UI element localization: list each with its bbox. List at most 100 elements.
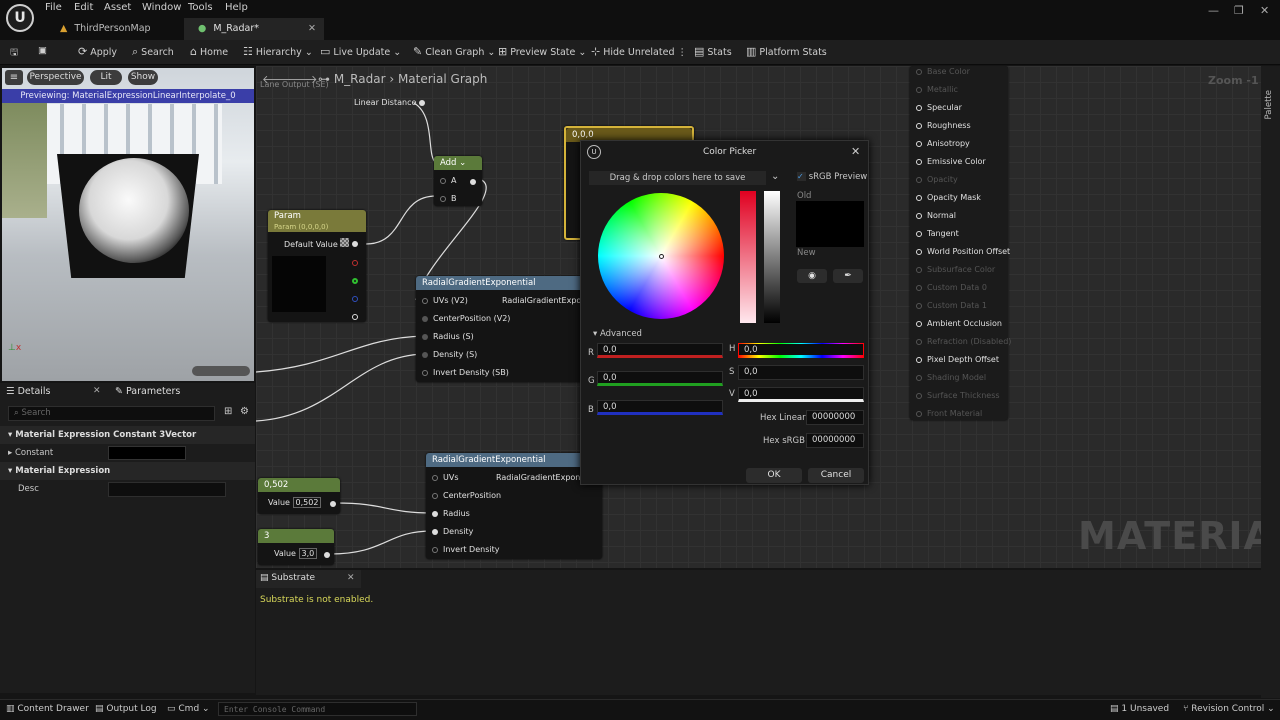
browse-icon[interactable]: ▣ xyxy=(38,45,47,56)
show-button[interactable]: Show xyxy=(128,70,158,85)
clean-graph-button[interactable]: ✎ Clean Graph ⌄ xyxy=(413,45,495,58)
output-pin[interactable] xyxy=(324,552,330,558)
lit-button[interactable]: Lit xyxy=(90,70,122,85)
result-pin[interactable]: Tangent xyxy=(916,229,959,238)
add-node[interactable]: Add ⌄ A B xyxy=(434,156,482,206)
g-input[interactable]: 0,0 xyxy=(597,371,723,386)
section-constant-3vector[interactable]: ▾ Material Expression Constant 3Vector xyxy=(0,426,255,444)
unreal-logo-icon[interactable]: U xyxy=(6,4,34,32)
pin-b[interactable]: B xyxy=(440,194,457,203)
result-pin[interactable]: Front Material xyxy=(916,409,982,418)
menu-tools[interactable]: Tools xyxy=(188,2,213,13)
result-pin[interactable]: Anisotropy xyxy=(916,139,970,148)
cmd-dropdown[interactable]: ▭ Cmd ⌄ xyxy=(167,704,210,714)
red-channel-pin[interactable] xyxy=(352,260,358,266)
close-details-icon[interactable]: ✕ xyxy=(93,386,101,396)
unsaved-indicator[interactable]: ▤ 1 Unsaved xyxy=(1110,704,1169,714)
eyedropper-button[interactable]: ✒ xyxy=(833,269,863,283)
pin-centerposition[interactable]: CenterPosition xyxy=(432,491,501,500)
v-input[interactable]: 0,0 xyxy=(738,387,864,402)
color-wheel-selector[interactable] xyxy=(659,254,664,259)
tab-thirdpersonmap[interactable]: ▲ ThirdPersonMap xyxy=(46,18,181,40)
result-pin[interactable]: Shading Model xyxy=(916,373,986,382)
pin-invert-density[interactable]: Invert Density (SB) xyxy=(422,368,509,377)
close-substrate-icon[interactable]: ✕ xyxy=(347,573,355,583)
b-input[interactable]: 0,0 xyxy=(597,400,723,415)
revision-control-button[interactable]: ⑂ Revision Control ⌄ xyxy=(1183,704,1275,714)
result-pin[interactable]: Specular xyxy=(916,103,962,112)
apply-button[interactable]: ⟳ Apply xyxy=(78,45,117,58)
preview-viewport[interactable]: ⊥x xyxy=(2,68,254,381)
constant-color-swatch[interactable] xyxy=(108,446,186,460)
value-field[interactable]: 0,502 xyxy=(292,497,322,508)
pin-uvs[interactable]: UVs xyxy=(432,473,459,482)
console-command-input[interactable]: Enter Console Command xyxy=(218,702,417,716)
result-pin[interactable]: Base Color xyxy=(916,67,970,76)
h-input[interactable]: 0,0 xyxy=(738,343,864,358)
add-output-pin[interactable] xyxy=(470,177,481,188)
alpha-channel-pin[interactable] xyxy=(352,314,358,320)
output-pin[interactable] xyxy=(330,501,336,507)
linear-distance-pin[interactable]: Linear Distance xyxy=(354,98,430,107)
content-drawer-button[interactable]: ▥ Content Drawer xyxy=(6,704,89,714)
saved-colors-dropdown-icon[interactable]: ⌄ xyxy=(771,171,779,182)
saved-colors-bar[interactable]: Drag & drop colors here to save xyxy=(589,171,766,185)
default-value-pin[interactable]: Default Value xyxy=(284,238,350,249)
result-pin[interactable]: Custom Data 0 xyxy=(916,283,987,292)
home-button[interactable]: ⌂ Home xyxy=(190,45,228,58)
material-result-node[interactable]: Base Color Metallic Specular Roughness Aniso… xyxy=(910,66,1011,420)
srgb-preview-checkbox[interactable]: ✓ sRGB Preview xyxy=(797,172,867,182)
result-pin[interactable]: Surface Thickness xyxy=(916,391,1000,400)
result-pin[interactable]: Normal xyxy=(916,211,956,220)
tab-substrate[interactable]: ▤ Substrate ✕ xyxy=(256,570,361,588)
result-pin[interactable]: Metallic xyxy=(916,85,958,94)
save-icon[interactable]: 🖫 xyxy=(10,45,18,61)
rgba-output-pin[interactable] xyxy=(352,239,363,250)
pin-a[interactable]: A xyxy=(440,176,456,185)
platform-stats-button[interactable]: ▥ Platform Stats xyxy=(746,45,827,58)
advanced-toggle[interactable]: ▾ Advanced xyxy=(593,329,642,339)
result-pin[interactable]: Emissive Color xyxy=(916,157,986,166)
cancel-button[interactable]: Cancel xyxy=(808,468,864,483)
hide-unrelated-button[interactable]: ⊹ Hide Unrelated ⋮ xyxy=(591,45,687,58)
result-pin[interactable]: Opacity xyxy=(916,175,958,184)
result-pin[interactable]: Refraction (Disabled) xyxy=(916,337,1011,346)
green-channel-pin[interactable] xyxy=(352,278,358,284)
result-pin[interactable]: Opacity Mask xyxy=(916,193,981,202)
hex-linear-input[interactable]: 00000000 xyxy=(806,410,864,425)
close-picker-icon[interactable]: ✕ xyxy=(851,145,860,158)
pin-centerposition[interactable]: CenterPosition (V2) xyxy=(422,314,510,323)
hierarchy-button[interactable]: ☷ Hierarchy ⌄ xyxy=(243,45,313,58)
settings-gear-icon[interactable]: ⚙ xyxy=(240,406,249,417)
desc-input[interactable] xyxy=(108,482,226,497)
grid-view-icon[interactable]: ⊞ xyxy=(224,406,232,417)
tab-details[interactable]: ☰ Details xyxy=(6,386,51,397)
pin-uvs[interactable]: UVs (V2) xyxy=(422,296,468,305)
output-log-button[interactable]: ▤ Output Log xyxy=(95,704,157,714)
result-pin[interactable]: World Position Offset xyxy=(916,247,1010,256)
hex-srgb-input[interactable]: 00000000 xyxy=(806,433,864,448)
menu-asset[interactable]: Asset xyxy=(104,2,131,13)
live-update-button[interactable]: ▭ Live Update ⌄ xyxy=(320,45,401,58)
result-pin[interactable]: Ambient Occlusion xyxy=(916,319,1002,328)
saturation-slider[interactable] xyxy=(740,191,756,323)
close-window-button[interactable]: ✕ xyxy=(1260,4,1269,17)
result-pin[interactable]: Subsurface Color xyxy=(916,265,995,274)
ok-button[interactable]: OK xyxy=(746,468,802,483)
close-tab-icon[interactable]: ✕ xyxy=(308,18,316,40)
menu-window[interactable]: Window xyxy=(142,2,181,13)
s-input[interactable]: 0,0 xyxy=(738,365,864,380)
details-search-input[interactable]: ⌕ Search xyxy=(8,406,215,421)
stats-button[interactable]: ▤ Stats xyxy=(694,45,732,58)
pin-radius[interactable]: Radius (S) xyxy=(422,332,474,341)
result-pin[interactable]: Custom Data 1 xyxy=(916,301,987,310)
r-input[interactable]: 0,0 xyxy=(597,343,723,358)
preview-shapes-bar[interactable] xyxy=(192,366,250,376)
constant-node-0502[interactable]: 0,502 Value 0,502 xyxy=(258,478,340,514)
result-pin[interactable]: Roughness xyxy=(916,121,971,130)
pin-density[interactable]: Density (S) xyxy=(422,350,477,359)
color-wheel-mode-button[interactable]: ◉ xyxy=(797,269,827,283)
minimize-button[interactable]: — xyxy=(1208,4,1219,17)
tab-m-radar[interactable]: ● M_Radar* ✕ xyxy=(184,18,324,40)
perspective-button[interactable]: Perspective xyxy=(27,70,84,85)
